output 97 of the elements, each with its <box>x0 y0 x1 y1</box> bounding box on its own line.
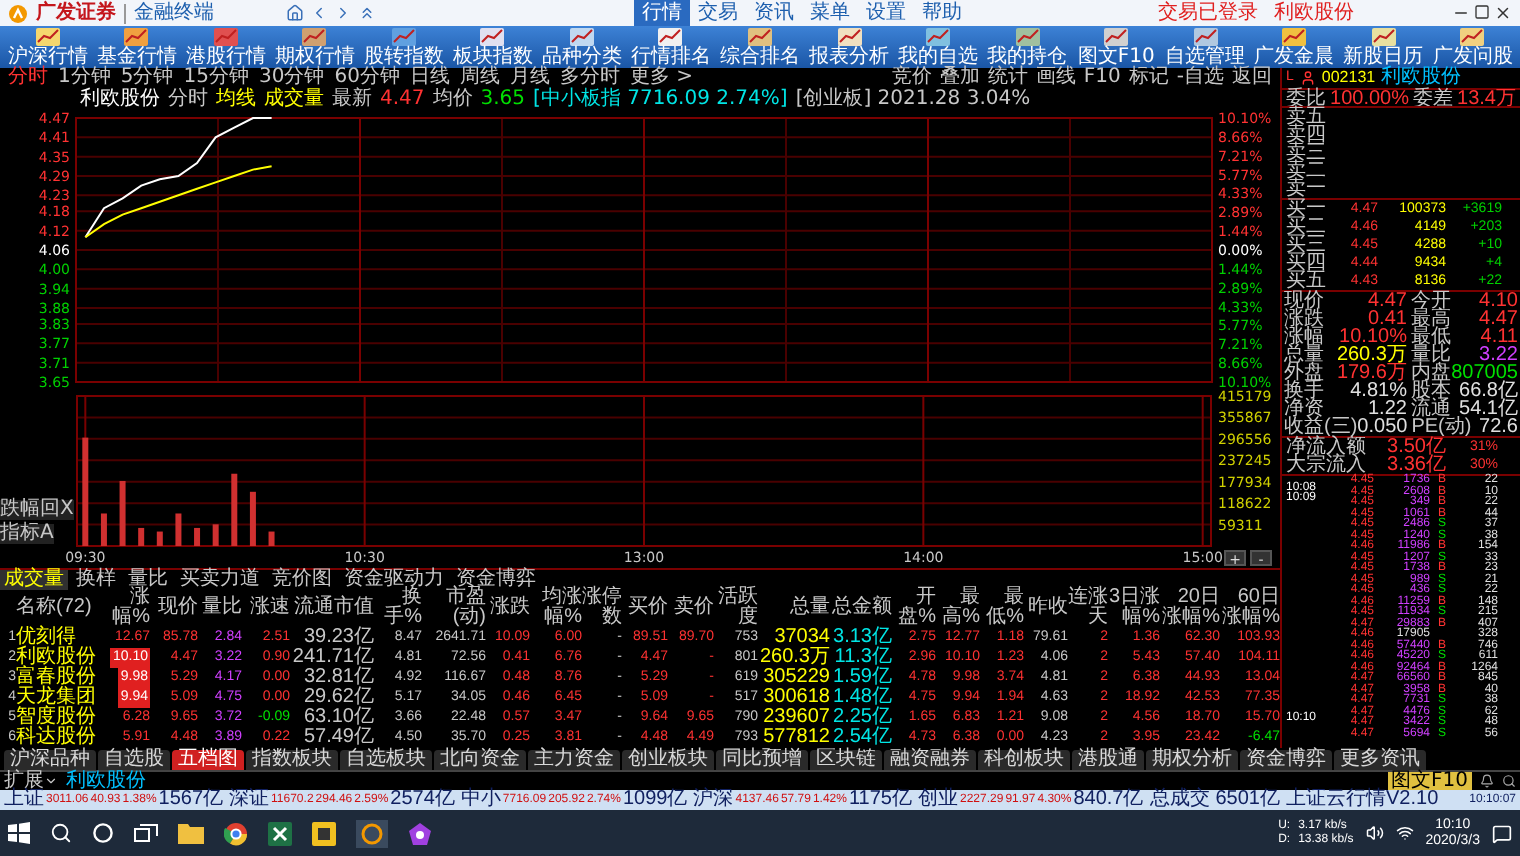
quote-value: 0.41 <box>1368 310 1407 328</box>
quote-value: 10.10% <box>1339 328 1407 346</box>
quote-label: 最低 <box>1410 328 1451 346</box>
quote-value: 4.47 <box>1368 292 1407 310</box>
table-cell: 260.3万 <box>759 648 830 668</box>
chart-info: 4.47 <box>380 89 425 109</box>
brand-name: 广发证券 <box>36 3 116 23</box>
quote-label: 卖五 <box>1286 108 1326 126</box>
quote-label: 卖三 <box>1286 144 1326 162</box>
quote-value: 72.6 <box>1479 418 1518 436</box>
status-stock: 利欧股份 <box>66 771 146 791</box>
quote-label: 内盘 <box>1410 364 1451 382</box>
quote-label: 净流入额 <box>1286 438 1368 456</box>
quote-value: 3.50亿 <box>1385 438 1446 456</box>
quote-label: 大宗流入 <box>1286 456 1366 474</box>
legend-label: 成交量 <box>264 89 324 109</box>
quote-label: 委差 <box>1413 89 1454 107</box>
notice-text: 上证云行情V2.10 <box>1286 790 1439 810</box>
index-amount: 1099亿 <box>622 790 688 810</box>
table-cell: 3.13亿 <box>833 628 892 648</box>
quote-label: 卖二 <box>1286 162 1326 180</box>
table-cell: 37034 <box>774 628 830 648</box>
table-cell: 577812 <box>763 728 830 748</box>
quote-label: 收益(三) <box>1284 418 1358 436</box>
quote-value: 807005 <box>1451 364 1518 382</box>
legend-label: 最新 <box>332 89 372 109</box>
legend-label: 均线 <box>216 89 256 109</box>
quote-label: 总量 <box>1284 346 1324 364</box>
quote-label: 买一 <box>1286 200 1328 218</box>
index-name: 创业 <box>917 790 958 810</box>
table-cell: 63.10亿 <box>303 708 374 728</box>
quote-label: 流通 <box>1410 400 1451 418</box>
quote-value: 54.1亿 <box>1459 400 1518 418</box>
total-label: 总成交 <box>1149 790 1210 810</box>
chart-info: 利欧股份 <box>80 89 160 109</box>
quote-value: 100.00% <box>1330 89 1409 107</box>
quote-label: 买五 <box>1286 272 1328 290</box>
product-name: 金融终端 <box>124 3 214 23</box>
table-cell: 57.49亿 <box>303 728 374 748</box>
chart-info: [创业板] 2021.28 3.04% <box>795 89 1031 109</box>
quote-label: 外盘 <box>1284 364 1324 382</box>
table-cell: 1.59亿 <box>833 668 892 688</box>
chart-info: 3.65 <box>480 89 526 109</box>
quote-value: 4.10 <box>1479 292 1518 310</box>
quote-label: 净资 <box>1284 400 1324 418</box>
chart-info: 均价 <box>432 89 473 109</box>
quote-label: 买四 <box>1286 254 1328 272</box>
index-name: 深证 <box>229 790 270 810</box>
quote-label: 最高 <box>1410 310 1451 328</box>
table-cell: 29.62亿 <box>303 688 374 708</box>
quote-value: 260.3万 <box>1336 346 1407 364</box>
index-amount: 1567亿 <box>158 790 224 810</box>
quote-value: 4.47 <box>1479 310 1518 328</box>
quote-label: 买二 <box>1286 218 1328 236</box>
table-cell: 239607 <box>763 708 830 728</box>
quote-value: 4.11 <box>1480 328 1518 346</box>
quote-label: 换手 <box>1284 382 1324 400</box>
quote-value: 13.4万 <box>1457 89 1516 107</box>
table-cell: 2.54亿 <box>833 728 892 748</box>
chart-info: [中小板指 7716.09 2.74%] <box>533 89 788 109</box>
quote-value: 179.6万 <box>1336 364 1407 382</box>
quote-label: 涨跌 <box>1284 310 1324 328</box>
quote-label: 买三 <box>1286 236 1328 254</box>
total-amount: 6501亿 <box>1215 790 1280 810</box>
stock-name: 利欧股份 <box>1381 68 1462 88</box>
quote-label: 现价 <box>1284 292 1324 310</box>
quote-label: 涨幅 <box>1284 328 1324 346</box>
quote-value: 1.22 <box>1368 400 1407 418</box>
table-cell: 241.71亿 <box>292 648 374 668</box>
table-cell: 1.48亿 <box>833 688 892 708</box>
quote-label: 委比 <box>1286 89 1326 107</box>
stock-code: 002131 <box>1321 68 1376 87</box>
table-cell: 32.81亿 <box>303 668 374 688</box>
quote-value: 4.81% <box>1350 382 1407 400</box>
quote-label: 量比 <box>1410 346 1451 364</box>
chart-info: 分时 <box>168 89 208 109</box>
index-name: 沪深 <box>693 790 734 810</box>
table-cell: 2.25亿 <box>833 708 892 728</box>
table-cell: 39.23亿 <box>303 628 374 648</box>
index-name: 上证 <box>4 790 44 810</box>
index-amount: 840.7亿 <box>1073 790 1144 810</box>
quote-value: 0.050 <box>1357 418 1408 436</box>
index-name: 中小 <box>460 790 501 810</box>
login-status: 交易已登录 <box>1158 3 1258 23</box>
quote-label: 卖四 <box>1286 126 1326 144</box>
quote-value: 3.36亿 <box>1385 456 1446 474</box>
quote-label: 卖一 <box>1286 180 1326 198</box>
quote-label: PE(动) <box>1411 418 1472 436</box>
table-cell: 11.3亿 <box>834 648 892 668</box>
index-amount: 1175亿 <box>848 790 912 810</box>
quote-label: 股本 <box>1410 382 1451 400</box>
table-cell: 300618 <box>763 688 830 708</box>
index-amount: 2574亿 <box>390 790 455 810</box>
quote-value: 66.8亿 <box>1459 382 1518 400</box>
table-cell: 305229 <box>763 668 830 688</box>
quote-value: 3.22 <box>1479 346 1518 364</box>
quote-label: 今开 <box>1410 292 1451 310</box>
